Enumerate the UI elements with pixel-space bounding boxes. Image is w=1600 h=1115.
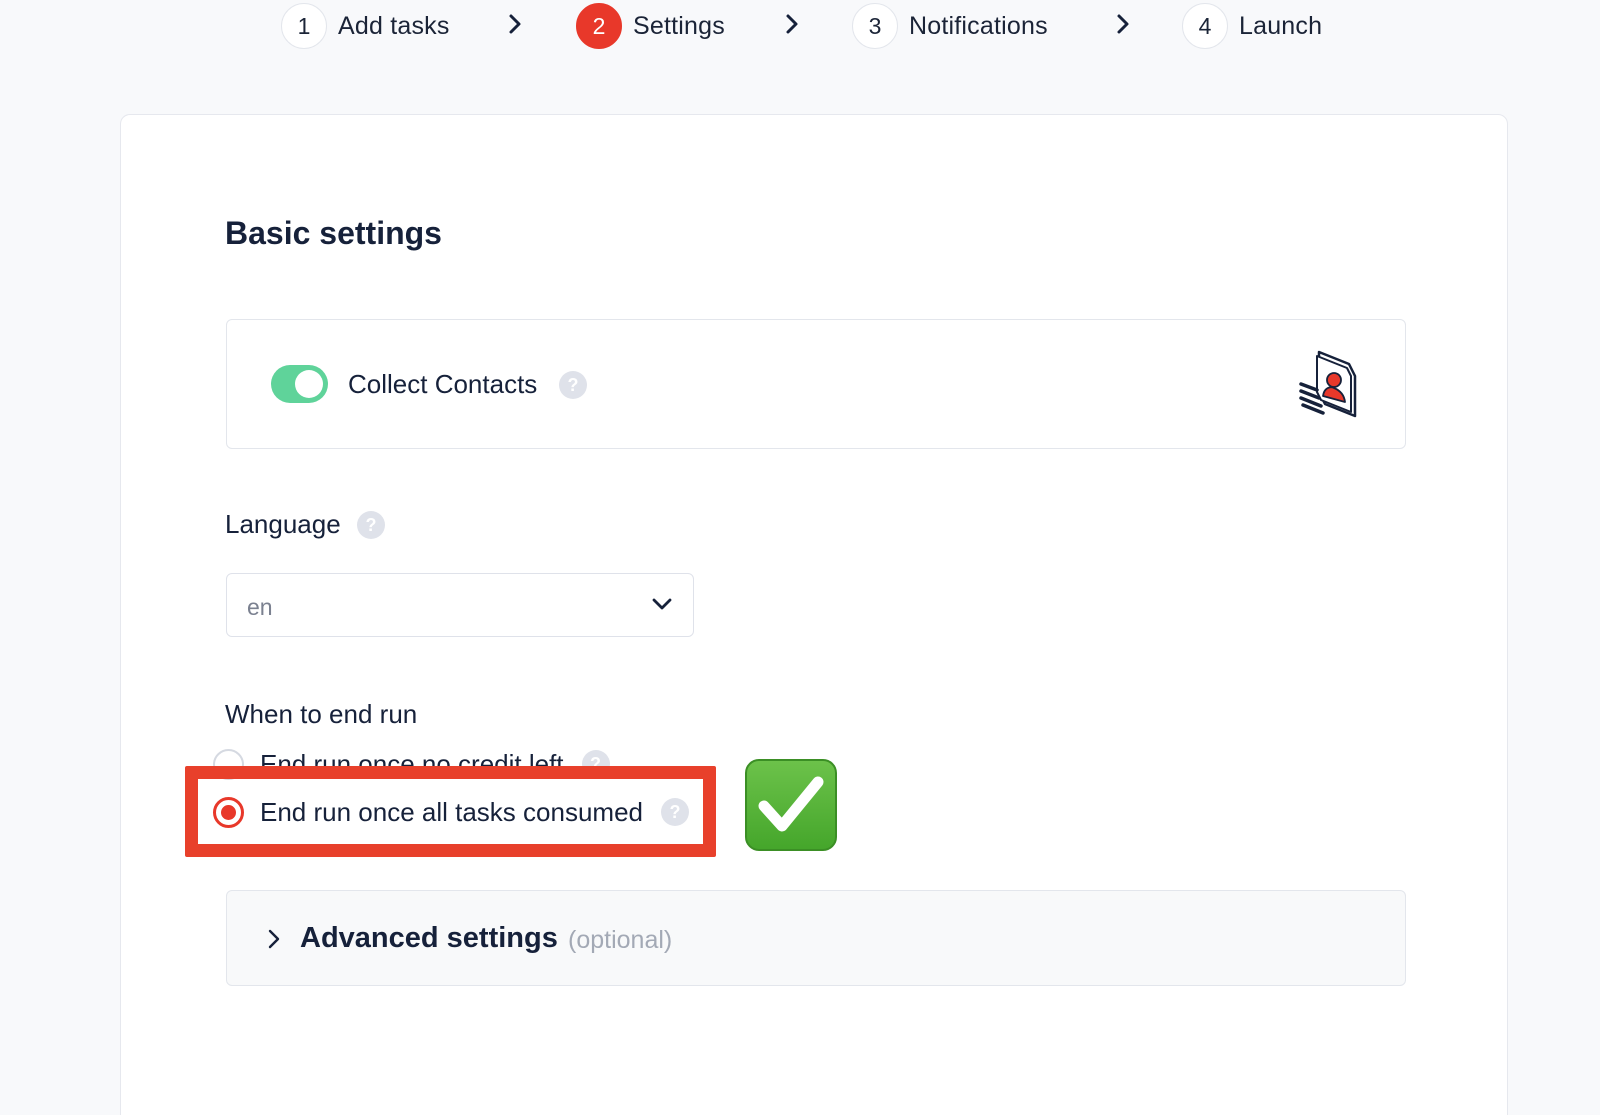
- radio-checked[interactable]: [213, 796, 244, 828]
- step-number: 3: [852, 3, 898, 49]
- step-label: Launch: [1239, 11, 1323, 40]
- settings-card: Basic settings Collect Contacts ? Langua…: [120, 114, 1508, 1115]
- step-label: Notifications: [909, 11, 1048, 40]
- radio-label: End run once all tasks consumed: [260, 796, 643, 827]
- step-number: 4: [1182, 3, 1228, 49]
- help-icon[interactable]: ?: [559, 371, 587, 399]
- help-icon[interactable]: ?: [661, 798, 689, 826]
- chevron-right-icon: [785, 12, 799, 36]
- language-selected-value: en: [247, 594, 273, 620]
- radio-unchecked[interactable]: [213, 748, 244, 780]
- step-notifications[interactable]: 3 Notifications: [852, 3, 1048, 49]
- step-number: 1: [281, 3, 327, 49]
- language-select[interactable]: en: [226, 573, 694, 637]
- toggle-knob: [295, 370, 323, 398]
- end-run-label: When to end run: [225, 699, 418, 729]
- collect-contacts-label: Collect Contacts: [348, 369, 538, 399]
- collect-contacts-panel: Collect Contacts ?: [226, 319, 1406, 449]
- advanced-settings-title: Advanced settings: [300, 922, 558, 954]
- end-run-option-all-tasks[interactable]: End run once all tasks consumed ?: [213, 795, 689, 829]
- chevron-down-icon: [651, 596, 673, 617]
- chevron-right-icon: [1116, 12, 1130, 36]
- step-add-tasks[interactable]: 1 Add tasks: [281, 3, 450, 49]
- radio-label: End run once no credit left: [260, 748, 564, 779]
- step-settings[interactable]: 2 Settings: [576, 3, 725, 49]
- chevron-right-icon: [508, 12, 522, 36]
- step-label: Settings: [633, 11, 725, 40]
- optional-label: (optional): [568, 926, 673, 954]
- step-label: Add tasks: [338, 11, 450, 40]
- language-label: Language: [225, 509, 341, 539]
- end-run-option-no-credit[interactable]: End run once no credit left ?: [213, 747, 610, 781]
- check-mark-button-icon: [745, 759, 837, 851]
- help-icon[interactable]: ?: [357, 511, 385, 539]
- progress-stepper: 1 Add tasks 2 Settings 3 Notifications 4…: [0, 0, 1600, 52]
- collect-contacts-toggle[interactable]: [271, 365, 328, 403]
- step-launch[interactable]: 4 Launch: [1182, 3, 1322, 49]
- contact-card-icon: [1299, 346, 1363, 422]
- chevron-right-icon: [267, 927, 281, 956]
- section-title: Basic settings: [225, 215, 442, 251]
- step-number: 2: [576, 3, 622, 49]
- advanced-settings-accordion[interactable]: Advanced settings (optional): [226, 890, 1406, 986]
- help-icon[interactable]: ?: [581, 750, 610, 778]
